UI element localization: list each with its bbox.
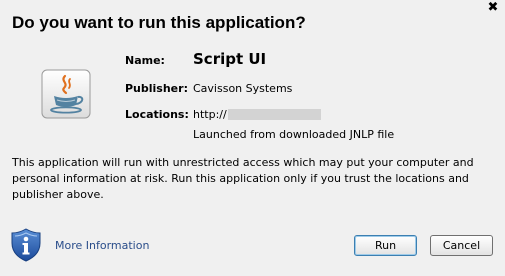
publisher-value: Cavisson Systems bbox=[193, 82, 293, 95]
more-information-link[interactable]: More Information bbox=[55, 239, 149, 252]
locations-value: http:// bbox=[193, 108, 227, 121]
cancel-button[interactable]: Cancel bbox=[430, 235, 493, 256]
security-warning-text: This application will run with unrestric… bbox=[12, 156, 474, 201]
locations-label: Locations: bbox=[125, 108, 189, 121]
run-application-dialog: ✖ Do you want to run this application? N… bbox=[0, 0, 505, 276]
java-cup-icon bbox=[41, 69, 91, 119]
name-label: Name: bbox=[125, 54, 165, 67]
run-button[interactable]: Run bbox=[354, 235, 417, 256]
dialog-title: Do you want to run this application? bbox=[12, 13, 306, 32]
shield-info-icon bbox=[8, 227, 44, 263]
app-name: Script UI bbox=[193, 50, 267, 68]
launched-note: Launched from downloaded JNLP file bbox=[193, 128, 395, 141]
redacted-url bbox=[228, 109, 321, 120]
close-icon[interactable]: ✖ bbox=[486, 1, 500, 15]
publisher-label: Publisher: bbox=[125, 82, 188, 95]
